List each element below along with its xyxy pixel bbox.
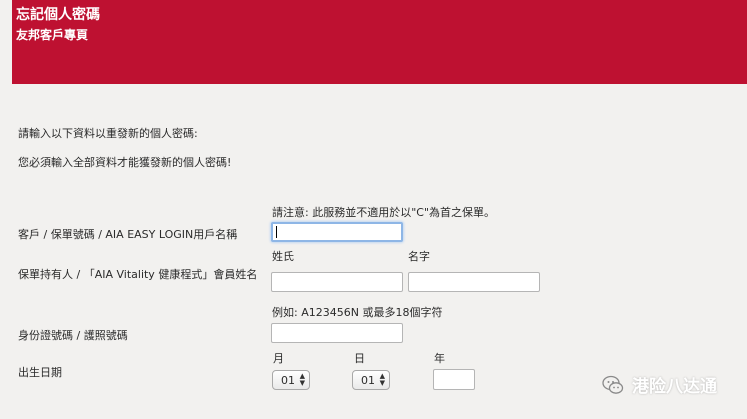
holder-name-label: 保單持有人 / 「AIA Vitality 健康程式」會員姓名: [18, 268, 258, 281]
month-select[interactable]: 01 ▲ ▼: [272, 370, 310, 390]
given-name-label: 名字: [408, 250, 430, 263]
policy-note: 請注意: 此服務並不適用於以"C"為首之保單。: [272, 206, 496, 219]
dob-label: 出生日期: [18, 366, 62, 379]
dob-year-label: 年: [434, 352, 445, 365]
policy-number-field[interactable]: [271, 222, 403, 244]
page-subtitle: 友邦客戶專頁: [16, 28, 89, 42]
wechat-icon: [602, 374, 624, 396]
text-caret: [276, 226, 277, 238]
intro-text-2: 您必須輸入全部資料才能獲發新的個人密碼!: [18, 156, 232, 169]
day-select-value: 01: [361, 373, 375, 387]
surname-field[interactable]: [271, 272, 403, 294]
given-name-input[interactable]: [409, 275, 539, 294]
dob-month-label: 月: [273, 352, 284, 365]
id-field[interactable]: [271, 323, 403, 345]
watermark-text: 港险八达通: [632, 377, 717, 397]
id-example: 例如: A123456N 或最多18個字符: [272, 306, 443, 319]
page-title: 忘記個人密碼: [16, 7, 100, 23]
year-field[interactable]: [433, 369, 475, 391]
id-label: 身份證號碼 / 護照號碼: [18, 329, 128, 342]
select-arrows-icon: ▲ ▼: [379, 372, 385, 387]
surname-input[interactable]: [272, 275, 402, 294]
page-header: 忘記個人密碼 友邦客戶專頁: [12, 0, 747, 84]
policy-number-input[interactable]: [273, 227, 401, 244]
month-select-value: 01: [281, 373, 295, 387]
intro-text-1: 請輸入以下資料以重發新的個人密碼:: [18, 127, 198, 140]
select-arrows-icon: ▲ ▼: [299, 372, 305, 387]
surname-label: 姓氏: [272, 250, 294, 263]
policy-label: 客戶 / 保單號碼 / AIA EASY LOGIN用戶名稱: [18, 228, 238, 241]
day-select[interactable]: 01 ▲ ▼: [352, 370, 390, 390]
given-name-field[interactable]: [408, 272, 540, 294]
year-input[interactable]: [434, 372, 474, 391]
dob-day-label: 日: [354, 352, 365, 365]
id-input[interactable]: [272, 326, 402, 345]
watermark: 港险八达通: [602, 372, 717, 397]
